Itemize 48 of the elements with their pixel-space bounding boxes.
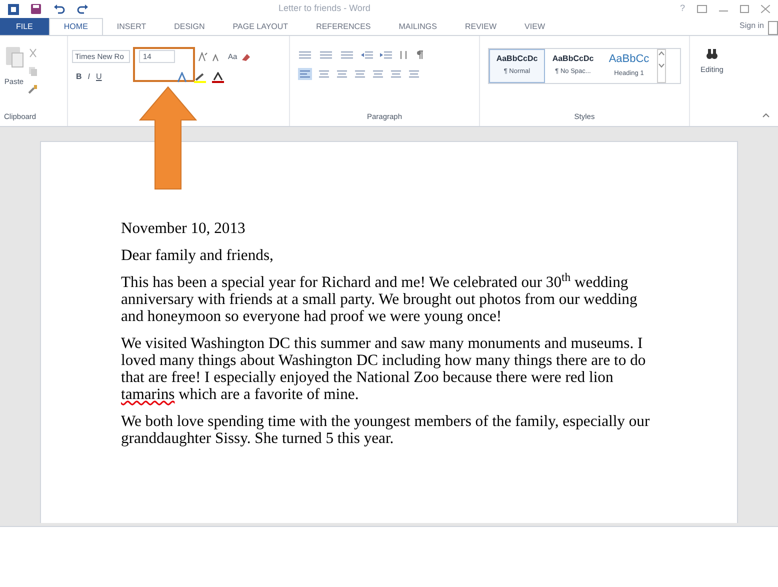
paste-icon[interactable] (4, 44, 24, 68)
ribbon-tab[interactable]: REVIEW (450, 18, 511, 35)
ribbon-tab[interactable]: MAILINGS (384, 18, 451, 35)
binoculars-icon[interactable] (706, 48, 718, 60)
numbering-icon[interactable] (319, 50, 333, 60)
document-paragraph: This has been a special year for Richard and me! We celebrated our 30$^{th}$ wedding anniversary with friends at a small party. We brought out photos from our wedding and honeymoon so everyone had proof we were young once! (121, 274, 638, 325)
ribbon-tab[interactable]: VIEW (510, 18, 559, 35)
document-paragraph: We both love spending time with the youngest members of the family, especially our granddaughter Sissy. She turned 5 this year. (121, 413, 651, 447)
multilevel-list-icon[interactable] (340, 50, 354, 60)
ribbon-tab[interactable]: INSERT (102, 18, 160, 35)
scissors-icon[interactable] (28, 48, 38, 58)
shrink-font-icon[interactable] (211, 52, 221, 62)
close-icon[interactable] (761, 5, 770, 13)
format-button[interactable]: U (96, 71, 102, 83)
ribbon-tab[interactable]: PAGE LAYOUT (218, 18, 302, 35)
justify-icon[interactable] (354, 69, 366, 79)
grow-font-icon[interactable] (198, 52, 208, 62)
document-paragraph: Dear family and friends, (121, 247, 274, 264)
ribbon-tab[interactable]: REFERENCES (302, 18, 385, 35)
window-title: Letter to friends - Word (278, 2, 372, 16)
save-icon[interactable] (31, 4, 41, 14)
redo-icon[interactable] (77, 4, 89, 14)
collapse-ribbon-icon[interactable] (762, 112, 770, 118)
align-left-icon[interactable] (298, 68, 312, 80)
ribbon-tab[interactable]: DESIGN (160, 18, 219, 35)
ribbon-options-icon[interactable] (697, 5, 707, 13)
maximize-icon[interactable] (740, 5, 749, 13)
document-paragraph: We visited Washington DC this summer and saw many monuments and museums. I loved many things about Washington DC including how many things there are to do that are free! I especially enjoyed the National Zoo because there were red lion tamarins which are a favorite of mine. (121, 335, 647, 403)
bullets-icon[interactable] (298, 50, 312, 60)
word-logo-icon[interactable] (8, 4, 19, 14)
increase-indent-icon[interactable] (380, 50, 392, 60)
gallery-scroll-icon[interactable] (657, 49, 666, 83)
align-center-icon[interactable] (318, 69, 330, 79)
brush-icon[interactable] (28, 84, 38, 94)
align-right-icon[interactable] (336, 69, 348, 79)
format-button[interactable]: B (76, 71, 82, 83)
format-button[interactable]: I (88, 71, 90, 83)
font-color-icon[interactable] (212, 72, 224, 82)
ribbon-tab[interactable]: HOME (48, 18, 103, 35)
document-paragraph: November 10, 2013 (121, 220, 246, 237)
pilcrow-icon[interactable] (416, 50, 424, 60)
undo-icon[interactable] (53, 4, 65, 14)
decrease-indent-icon[interactable] (361, 50, 373, 60)
clear-format-icon[interactable] (240, 52, 252, 62)
highlight-icon[interactable] (194, 72, 206, 82)
sign-in-link[interactable]: Sign in (740, 20, 768, 35)
ribbon-tab[interactable]: FILE (0, 18, 49, 35)
text-effects-icon[interactable] (176, 72, 188, 82)
